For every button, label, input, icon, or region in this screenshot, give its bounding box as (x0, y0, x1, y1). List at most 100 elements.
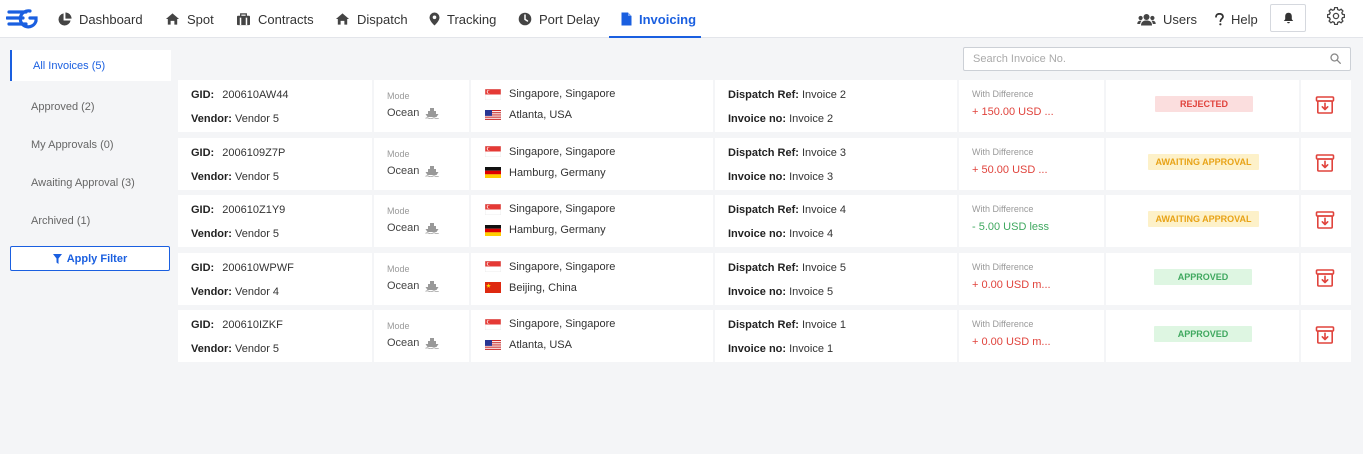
origin-flag-icon (485, 88, 501, 100)
difference-value: - 5.00 USD less (972, 221, 1050, 233)
contracts-icon (237, 12, 250, 25)
destination-flag-icon (485, 282, 501, 293)
destination-flag-icon (485, 224, 501, 236)
difference-label: With Difference (972, 204, 1034, 214)
archive-download-icon[interactable] (1315, 210, 1335, 230)
gid-value: 2006109Z7P (222, 146, 286, 159)
apply-filter-label: Apply Filter (66, 252, 128, 265)
destination-flag-icon (485, 109, 501, 121)
nav-port-delay[interactable]: Port Delay (518, 0, 600, 38)
origin-line: Singapore, Singapore (485, 261, 615, 273)
archive-cell (1301, 195, 1351, 247)
gid-value: 200610AW44 (222, 89, 289, 101)
nav-spot[interactable]: Spot (165, 0, 214, 38)
difference-cell: With Difference - 5.00 USD less (959, 195, 1106, 247)
nav-dashboard[interactable]: Dashboard (57, 0, 143, 38)
origin-flag-icon (485, 146, 501, 157)
difference-cell: With Difference + 0.00 USD m... (959, 252, 1106, 305)
invoice-no-value: Invoice 4 (789, 228, 834, 240)
top-nav: Dashboard Spot Contracts Dispatch Tracki… (0, 0, 1363, 38)
gid-line: GID: 200610WPWF (191, 262, 294, 274)
ship-icon (425, 165, 440, 177)
archive-download-icon[interactable] (1315, 153, 1335, 173)
archive-download-icon[interactable] (1315, 95, 1335, 115)
nav-invoicing[interactable]: Invoicing (621, 0, 696, 38)
filter-all-invoices[interactable]: All Invoices (5) (10, 50, 171, 81)
dispatch-ref-line: Dispatch Ref: Invoice 5 (728, 262, 846, 274)
gid-line: GID: 200610AW44 (191, 89, 289, 101)
nav-contracts[interactable]: Contracts (236, 0, 314, 38)
origin-value: Singapore, Singapore (509, 318, 616, 330)
invoice-no-value: Invoice 5 (789, 285, 834, 298)
vendor-line: Vendor: Vendor 5 (191, 171, 279, 183)
invoice-row[interactable]: GID: 2006109Z7P Vendor: Vendor 5 Mode Oc… (178, 137, 1351, 190)
destination-value: Atlanta, USA (509, 339, 572, 351)
search-input[interactable] (964, 48, 1304, 70)
archive-download-icon[interactable] (1315, 268, 1335, 288)
nav-port-delay-label: Port Delay (539, 11, 600, 27)
difference-label: With Difference (972, 261, 1034, 272)
vendor-label: Vendor: (191, 170, 232, 183)
nav-help[interactable]: Help (1215, 0, 1258, 38)
mode-cell: Mode Ocean (374, 80, 471, 132)
invoice-row[interactable]: GID: 200610IZKF Vendor: Vendor 5 Mode Oc… (178, 310, 1351, 362)
invoice-row[interactable]: GID: 200610AW44 Vendor: Vendor 5 Mode Oc… (178, 80, 1351, 132)
apply-filter-button[interactable]: Apply Filter (10, 246, 170, 271)
dispatch-ref-value: Invoice 3 (801, 146, 846, 159)
filter-my-approvals[interactable]: My Approvals (0) (10, 126, 171, 164)
filter-sidebar: All Invoices (5) Approved (2) My Approva… (10, 50, 171, 240)
origin-flag-icon (485, 203, 501, 215)
invoice-no-line: Invoice no: Invoice 2 (728, 113, 833, 125)
vendor-line: Vendor: Vendor 5 (191, 343, 279, 355)
brand-logo-icon[interactable] (6, 7, 38, 29)
dispatch-ref-value: Invoice 2 (801, 89, 846, 101)
invoice-row[interactable]: GID: 200610Z1Y9 Vendor: Vendor 5 Mode Oc… (178, 195, 1351, 247)
origin-flag-icon (485, 261, 501, 272)
mode-value: Ocean (387, 222, 440, 234)
pie-chart-icon (58, 11, 72, 26)
mode-cell: Mode Ocean (374, 252, 471, 305)
dispatch-ref-line: Dispatch Ref: Invoice 3 (728, 147, 846, 159)
vendor-label: Vendor: (191, 343, 232, 355)
destination-line: Hamburg, Germany (485, 224, 606, 236)
route-cell: Singapore, Singapore Hamburg, Germany (471, 137, 715, 190)
gid-cell: GID: 200610AW44 Vendor: Vendor 5 (178, 80, 374, 132)
filter-approved[interactable]: Approved (2) (10, 88, 171, 126)
archive-cell (1301, 310, 1351, 362)
invoice-no-label: Invoice no: (728, 343, 787, 355)
origin-line: Singapore, Singapore (485, 88, 615, 100)
vendor-value: Vendor 5 (235, 228, 280, 240)
nav-tracking[interactable]: Tracking (429, 0, 496, 38)
invoice-no-label: Invoice no: (728, 228, 787, 240)
dispatch-ref-value: Invoice 5 (801, 261, 846, 274)
vendor-value: Vendor 5 (235, 113, 280, 125)
mode-text: Ocean (387, 337, 420, 349)
filter-label: Approved (2) (31, 101, 95, 113)
search-icon[interactable] (1330, 53, 1341, 64)
nav-users[interactable]: Users (1137, 0, 1197, 38)
vendor-label: Vendor: (191, 285, 232, 298)
filter-awaiting-approval[interactable]: Awaiting Approval (3) (10, 164, 171, 202)
dispatch-ref-line: Dispatch Ref: Invoice 2 (728, 89, 846, 101)
gid-label: GID: (191, 146, 215, 159)
filter-archived[interactable]: Archived (1) (10, 202, 171, 240)
destination-value: Beijing, China (509, 281, 577, 294)
difference-cell: With Difference + 50.00 USD ... (959, 137, 1106, 190)
destination-line: Beijing, China (485, 282, 577, 294)
nav-dispatch[interactable]: Dispatch (335, 0, 408, 38)
origin-line: Singapore, Singapore (485, 146, 615, 158)
settings-gear-icon[interactable] (1327, 7, 1345, 25)
home-icon (165, 13, 180, 25)
invoice-row[interactable]: GID: 200610WPWF Vendor: Vendor 4 Mode Oc… (178, 252, 1351, 305)
reference-cell: Dispatch Ref: Invoice 4 Invoice no: Invo… (715, 195, 959, 247)
notifications-button[interactable] (1270, 4, 1306, 32)
mode-value: Ocean (387, 165, 440, 177)
dispatch-ref-value: Invoice 1 (801, 319, 846, 331)
status-badge: APPROVED (1154, 326, 1252, 342)
vendor-value: Vendor 4 (235, 285, 280, 298)
vendor-value: Vendor 5 (235, 343, 280, 355)
archive-download-icon[interactable] (1315, 325, 1335, 345)
dispatch-ref-label: Dispatch Ref: (728, 319, 799, 331)
dispatch-ref-label: Dispatch Ref: (728, 261, 799, 274)
vendor-label: Vendor: (191, 113, 232, 125)
